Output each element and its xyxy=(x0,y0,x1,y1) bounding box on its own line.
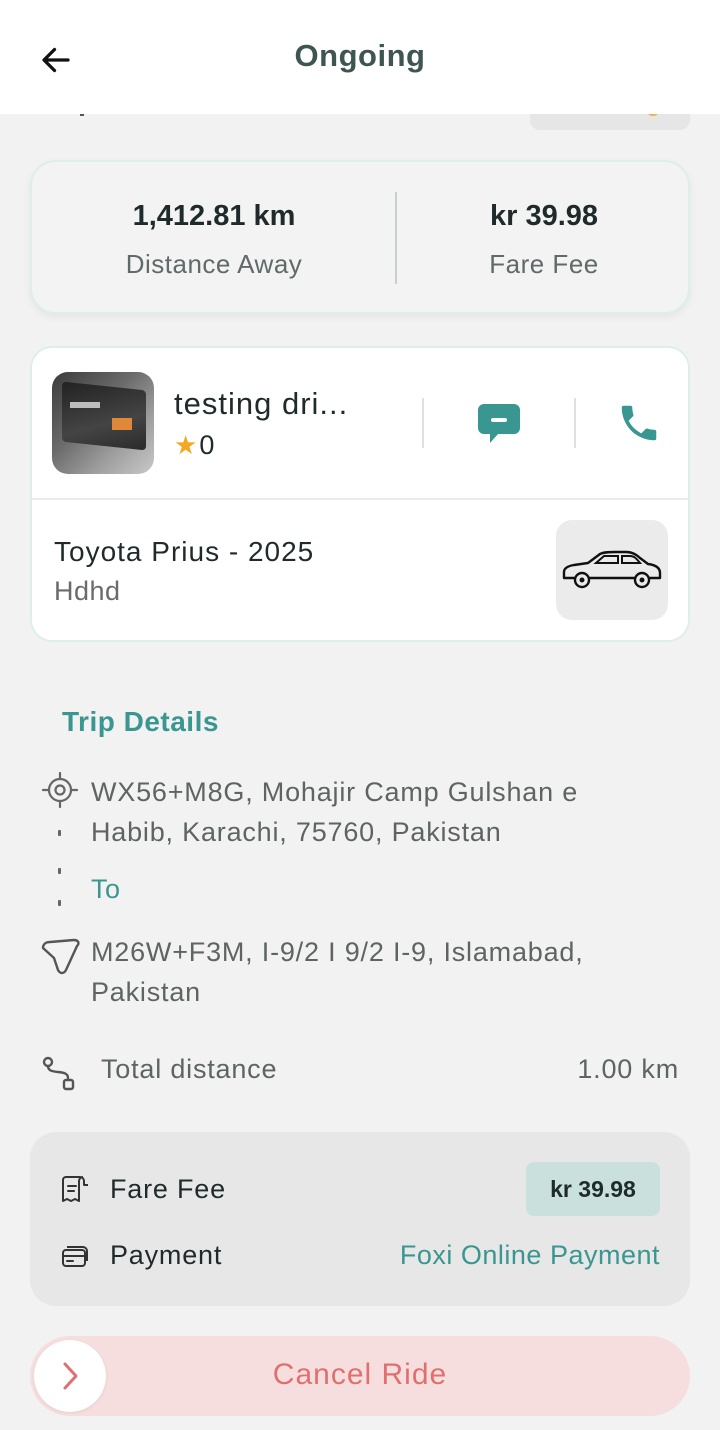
car-thumbnail xyxy=(556,520,668,620)
call-button[interactable] xyxy=(616,400,666,446)
fare-fee-label: Fare Fee xyxy=(489,249,599,279)
payment-method: Foxi Online Payment xyxy=(399,1240,660,1270)
pin-icon xyxy=(41,938,80,975)
distance-away-stat: 1,412.81 km Distance Away xyxy=(32,162,396,316)
driver-card: testing dri... ★ 0 Toyota Prius - 2025 H… xyxy=(30,346,690,642)
star-icon: ★ xyxy=(174,430,198,460)
distance-away-label: Distance Away xyxy=(125,249,303,279)
fare-fee-value: kr 39.98 xyxy=(489,200,599,232)
phone-icon xyxy=(621,405,657,441)
trip-summary-card: 1,412.81 km Distance Away kr 39.98 Fare … xyxy=(30,160,690,314)
fare-summary-box: Fare Fee kr 39.98 Payment Foxi Online Pa… xyxy=(30,1132,690,1306)
car-plate: Hdhd xyxy=(54,576,121,606)
receipt-icon xyxy=(62,1176,88,1202)
cancel-ride-label: Cancel Ride xyxy=(272,1358,448,1391)
car-model: Toyota Prius - 2025 xyxy=(54,536,315,567)
driver-avatar xyxy=(52,372,154,474)
route-dots xyxy=(58,820,62,920)
card-icon xyxy=(62,1246,88,1267)
trip-details-title: Trip Details xyxy=(62,706,219,737)
page-title: Ongoing xyxy=(294,38,426,73)
fare-fee-row-label: Fare Fee xyxy=(110,1174,226,1204)
total-distance-value: 1.00 km xyxy=(577,1054,679,1084)
fare-fee-badge: kr 39.98 xyxy=(526,1162,660,1216)
rating-value: 0 xyxy=(199,430,215,460)
top-app-bar: Ongoing xyxy=(0,0,720,114)
cancel-ride-slider[interactable]: Cancel Ride xyxy=(30,1336,690,1416)
pickup-address: WX56+M8G, Mohajir Camp Gulshan e Habib, … xyxy=(91,777,579,847)
to-label: To xyxy=(91,874,121,904)
location-target-icon xyxy=(42,772,78,808)
route-icon xyxy=(42,1056,75,1091)
driver-rating: ★ 0 xyxy=(174,430,214,461)
total-distance-label: Total distance xyxy=(101,1054,278,1084)
chat-icon xyxy=(478,404,520,443)
payment-row-label: Payment xyxy=(110,1240,223,1270)
divider xyxy=(422,398,424,448)
card-separator xyxy=(32,498,688,500)
car-icon xyxy=(562,550,662,589)
distance-away-value: 1,412.81 km xyxy=(132,200,296,232)
divider xyxy=(574,398,576,448)
driver-name: testing dri... xyxy=(174,386,349,421)
fare-fee-stat: kr 39.98 Fare Fee xyxy=(396,162,692,316)
chat-button[interactable] xyxy=(476,402,522,446)
dropoff-address: M26W+F3M, I-9/2 I 9/2 I-9, Islamabad, Pa… xyxy=(91,937,584,1007)
